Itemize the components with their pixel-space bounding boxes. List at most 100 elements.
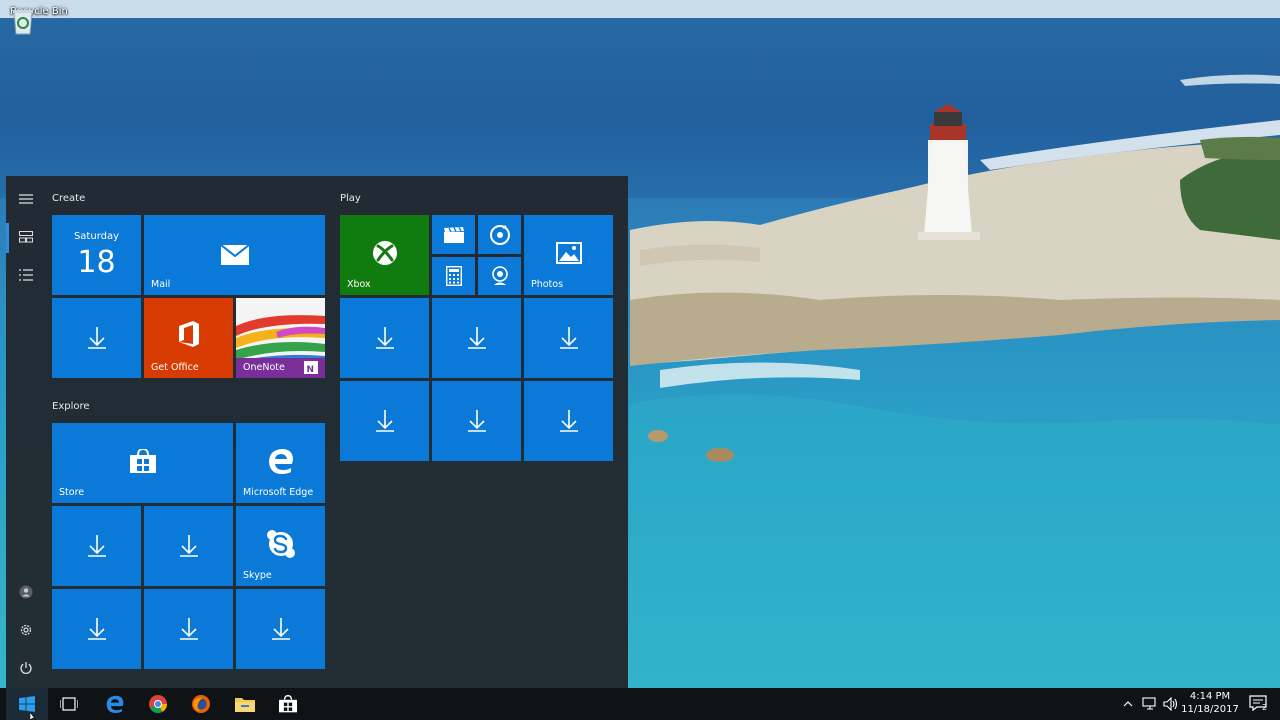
- webcam-icon: [491, 266, 509, 286]
- store-taskbar-button[interactable]: [268, 688, 308, 720]
- rail-selection-indicator: [6, 223, 9, 253]
- group-title-explore: Explore: [52, 401, 90, 412]
- skype-tile[interactable]: Skype: [236, 506, 325, 586]
- download-icon: [87, 327, 106, 349]
- start-menu: Create Play Explore Saturday 18 Mail Get…: [6, 176, 628, 688]
- task-view-button[interactable]: [49, 688, 89, 720]
- list-icon[interactable]: [16, 265, 36, 285]
- get-office-tile-label: Get Office: [151, 362, 199, 373]
- group-title-create: Create: [52, 193, 86, 204]
- show-hidden-icons-button[interactable]: [1120, 688, 1136, 720]
- start-button[interactable]: [6, 688, 48, 720]
- windows-logo-icon: [19, 696, 35, 712]
- mail-tile[interactable]: Mail: [144, 215, 325, 295]
- svg-text:N: N: [307, 365, 315, 375]
- calendar-tile[interactable]: Saturday 18: [52, 215, 141, 295]
- clapperboard-icon: [443, 226, 464, 243]
- store-tile[interactable]: Store: [52, 423, 233, 503]
- download-tile[interactable]: [432, 298, 521, 378]
- user-icon[interactable]: [16, 582, 36, 602]
- volume-tray-button[interactable]: [1161, 688, 1181, 720]
- mail-tile-label: Mail: [151, 279, 171, 290]
- xbox-tile-label: Xbox: [347, 279, 371, 290]
- edge-icon: [268, 448, 294, 474]
- network-icon: [1142, 697, 1156, 710]
- download-tile[interactable]: [52, 506, 141, 586]
- download-tile[interactable]: [524, 298, 613, 378]
- photos-tile-label: Photos: [531, 279, 564, 290]
- taskbar: 4:14 PM 11/18/2017 2: [0, 688, 1280, 720]
- edge-tile-label: Microsoft Edge: [243, 487, 314, 498]
- file-explorer-taskbar-button[interactable]: [225, 688, 265, 720]
- chrome-taskbar-button[interactable]: [138, 688, 178, 720]
- chevron-up-icon: [1123, 701, 1133, 707]
- download-icon: [559, 410, 578, 432]
- groove-disc-icon: [489, 224, 510, 245]
- download-icon: [271, 618, 290, 640]
- groove-music-tile[interactable]: [478, 215, 521, 254]
- recycle-bin-icon[interactable]: Recycle Bin: [8, 6, 70, 35]
- calendar-day-number: 18: [77, 245, 116, 280]
- edge-taskbar-button[interactable]: [95, 688, 135, 720]
- photos-icon: [555, 242, 582, 264]
- edge-icon: [106, 695, 124, 713]
- calculator-tile[interactable]: [432, 257, 475, 295]
- photos-tile[interactable]: Photos: [524, 215, 613, 295]
- chrome-icon: [149, 695, 167, 713]
- store-icon: [129, 449, 156, 473]
- hamburger-icon[interactable]: [16, 189, 36, 209]
- firefox-icon: [192, 695, 210, 713]
- calculator-icon: [445, 266, 462, 286]
- store-icon: [279, 695, 297, 713]
- movies-tv-tile[interactable]: [432, 215, 475, 254]
- mail-icon: [220, 245, 249, 265]
- recycle-bin-graphic: [13, 10, 33, 35]
- mouse-cursor-icon: [30, 712, 37, 720]
- download-tile[interactable]: [340, 298, 429, 378]
- download-tile[interactable]: [524, 381, 613, 461]
- calendar-day-name: Saturday: [73, 231, 120, 242]
- download-icon: [87, 618, 106, 640]
- clock-time: 4:14 PM: [1189, 691, 1231, 702]
- download-tile[interactable]: [144, 589, 233, 669]
- download-icon: [467, 327, 486, 349]
- xbox-tile[interactable]: Xbox: [340, 215, 429, 295]
- skype-icon: [266, 530, 295, 558]
- start-rail: [6, 176, 46, 688]
- gear-icon[interactable]: [16, 620, 36, 640]
- firefox-taskbar-button[interactable]: [181, 688, 221, 720]
- notification-count: 2: [1262, 703, 1268, 712]
- download-tile[interactable]: [236, 589, 325, 669]
- edge-tile[interactable]: Microsoft Edge: [236, 423, 325, 503]
- power-icon[interactable]: [16, 658, 36, 678]
- store-tile-label: Store: [59, 487, 85, 498]
- get-office-tile[interactable]: Get Office: [144, 298, 233, 378]
- download-icon: [179, 535, 198, 557]
- skype-tile-label: Skype: [243, 570, 272, 581]
- office-icon: [177, 321, 201, 347]
- onenote-tile[interactable]: N OneNote: [236, 298, 325, 378]
- download-icon: [179, 618, 198, 640]
- download-tile[interactable]: [52, 298, 141, 378]
- download-icon: [87, 535, 106, 557]
- group-title-play: Play: [340, 193, 361, 204]
- download-icon: [559, 327, 578, 349]
- task-view-icon: [60, 697, 78, 711]
- download-icon: [467, 410, 486, 432]
- xbox-icon: [372, 240, 398, 266]
- onenote-tile-label: OneNote: [243, 362, 285, 373]
- download-icon: [375, 410, 394, 432]
- download-tile[interactable]: [432, 381, 521, 461]
- tiles-icon[interactable]: [16, 227, 36, 247]
- camera-tile[interactable]: [478, 257, 521, 295]
- speaker-icon: [1163, 697, 1178, 711]
- file-explorer-icon: [235, 698, 255, 712]
- download-tile[interactable]: [144, 506, 233, 586]
- network-tray-button[interactable]: [1140, 688, 1160, 720]
- download-tile[interactable]: [340, 381, 429, 461]
- download-icon: [375, 327, 394, 349]
- download-tile[interactable]: [52, 589, 141, 669]
- action-center-button[interactable]: 2: [1246, 688, 1272, 720]
- taskbar-clock[interactable]: 4:14 PM 11/18/2017: [1180, 690, 1240, 716]
- clock-date: 11/18/2017: [1181, 704, 1239, 715]
